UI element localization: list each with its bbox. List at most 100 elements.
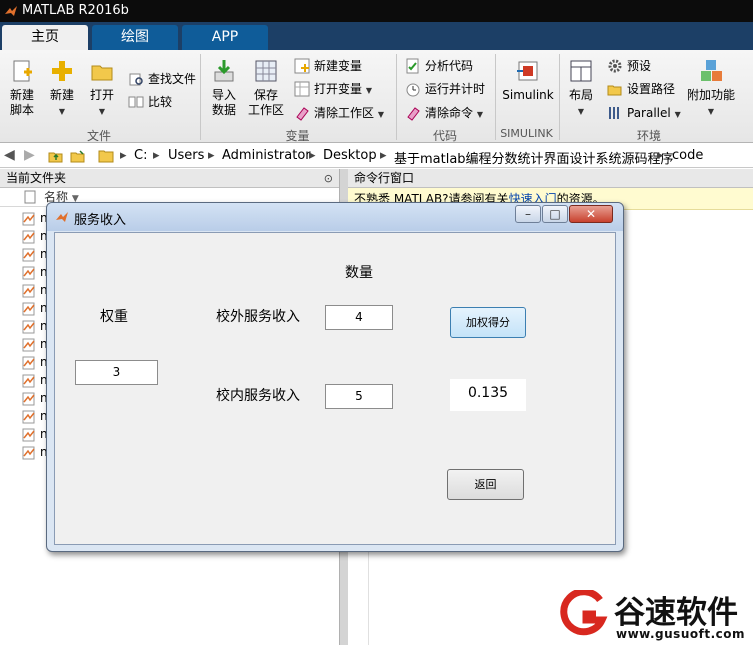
- watermark-logo-icon: [560, 590, 608, 636]
- crumb-separator: ▸: [208, 148, 215, 163]
- preferences-button[interactable]: 预设: [607, 57, 651, 75]
- open-variable-button[interactable]: 打开变量 ▼: [294, 80, 372, 98]
- group-label-variable: 变量: [285, 129, 310, 143]
- matlab-file-icon: [22, 212, 35, 226]
- command-window-header: 命令行窗口: [348, 169, 753, 188]
- breadcrumb-administrator[interactable]: Administrator: [222, 148, 311, 163]
- file-column-icon: [24, 190, 36, 204]
- set-path-icon: [607, 85, 622, 96]
- matlab-logo-icon: [5, 6, 17, 16]
- folder-icon: [98, 150, 114, 163]
- on-campus-income-label: 校内服务收入: [216, 388, 300, 404]
- matlab-file-icon: [22, 230, 35, 244]
- clear-commands-button[interactable]: 清除命令 ▼: [405, 104, 483, 122]
- back-arrow-icon[interactable]: ◀: [4, 147, 15, 163]
- open-variable-icon: [294, 81, 310, 97]
- tab-apps[interactable]: APP: [182, 25, 268, 50]
- dialog-title: 服务收入: [74, 213, 127, 228]
- tab-home[interactable]: 主页: [2, 25, 88, 50]
- breadcrumb-desktop[interactable]: Desktop: [323, 148, 377, 163]
- dialog-body: 数量 权重 校外服务收入 4 加权得分 3 校内服务收入 5 0.135 返回: [54, 232, 616, 545]
- matlab-file-icon: [22, 266, 35, 280]
- find-files-button[interactable]: 查找文件: [128, 70, 196, 88]
- crumb-separator: ▸: [153, 148, 160, 163]
- new-plus-icon: [52, 61, 72, 81]
- run-and-time-button[interactable]: 运行并计时: [405, 80, 485, 98]
- dialog-title-bar[interactable]: 服务收入 – □ ✕: [47, 203, 623, 231]
- set-path-button[interactable]: 设置路径: [607, 80, 675, 98]
- current-folder-header: 当前文件夹 ⊙: [0, 169, 339, 188]
- quantity-label: 数量: [345, 265, 373, 281]
- group-label-file: 文件: [86, 129, 111, 143]
- breadcrumb-drive[interactable]: C:: [134, 148, 147, 163]
- ribbon-tab-strip: 主页 绘图 APP: [0, 22, 753, 50]
- window-title: MATLAB R2016b: [22, 3, 129, 18]
- matlab-figure-icon: [56, 212, 68, 222]
- simulink-button[interactable]: Simulink: [502, 58, 554, 103]
- save-workspace-icon: [255, 60, 277, 82]
- clear-workspace-button[interactable]: 清除工作区 ▼: [294, 104, 384, 122]
- close-button[interactable]: ✕: [569, 205, 613, 223]
- off-campus-income-label: 校外服务收入: [216, 309, 300, 325]
- find-files-icon: [129, 73, 143, 86]
- matlab-file-icon: [22, 248, 35, 262]
- import-data-icon: [214, 60, 234, 82]
- service-income-dialog: 服务收入 – □ ✕ 数量 权重 校外服务收入 4 加权得分 3 校内服务收入 …: [46, 202, 624, 552]
- weighted-score-result: 0.135: [450, 379, 526, 411]
- layout-button[interactable]: 布局 ▼: [566, 58, 596, 119]
- watermark: 谷速软件 www.gusuoft.com: [552, 586, 752, 644]
- forward-arrow-icon[interactable]: ▶: [24, 147, 35, 163]
- breadcrumb-project-folder[interactable]: 基于matlab编程分数统计界面设计系统源码程序: [394, 148, 674, 167]
- maximize-button[interactable]: □: [542, 205, 568, 223]
- breadcrumb-users[interactable]: Users: [168, 148, 204, 163]
- watermark-url: www.gusuoft.com: [616, 627, 745, 641]
- addons-cubes-icon: [701, 60, 722, 81]
- matlab-file-icon: [22, 428, 35, 442]
- panel-menu-icon[interactable]: ⊙: [324, 169, 333, 188]
- tab-plots[interactable]: 绘图: [92, 25, 178, 50]
- matlab-file-icon: [22, 392, 35, 406]
- weighted-score-button[interactable]: 加权得分: [450, 307, 526, 338]
- new-button[interactable]: 新建 ▼: [46, 58, 78, 119]
- save-workspace-button[interactable]: 保存 工作区: [246, 58, 286, 118]
- run-and-time-icon: [406, 83, 420, 97]
- new-variable-icon: [294, 58, 310, 74]
- analyze-code-button[interactable]: 分析代码: [405, 57, 473, 75]
- crumb-separator: ▸: [120, 148, 127, 163]
- crumb-separator: ▸: [380, 148, 387, 163]
- addons-button[interactable]: 附加功能 ▼: [686, 58, 736, 119]
- group-label-simulink: SIMULINK: [500, 127, 553, 140]
- off-campus-income-field[interactable]: 4: [325, 305, 393, 330]
- on-campus-income-field[interactable]: 5: [325, 384, 393, 409]
- new-script-button[interactable]: 新建 脚本: [4, 58, 40, 118]
- crumb-separator: ▸: [309, 148, 316, 163]
- minimize-button[interactable]: –: [515, 205, 541, 223]
- matlab-file-icon: [22, 410, 35, 424]
- group-label-code: 代码: [432, 129, 457, 143]
- weight-field[interactable]: 3: [75, 360, 158, 385]
- matlab-file-icon: [22, 320, 35, 334]
- new-script-icon: [13, 60, 32, 82]
- simulink-icon: [517, 61, 538, 81]
- matlab-file-icon: [22, 446, 35, 460]
- analyze-code-icon: [406, 58, 419, 74]
- gear-icon: [608, 59, 622, 73]
- matlab-file-icon: [22, 284, 35, 298]
- up-folder-icon[interactable]: [48, 148, 64, 164]
- import-data-button[interactable]: 导入 数据: [206, 58, 242, 118]
- new-variable-button[interactable]: 新建变量: [294, 57, 362, 75]
- breadcrumb-code[interactable]: code: [672, 148, 703, 163]
- matlab-file-icon: [22, 356, 35, 370]
- matlab-file-icon: [22, 374, 35, 388]
- compare-button[interactable]: 比较: [128, 93, 172, 111]
- back-button[interactable]: 返回: [447, 469, 524, 500]
- watermark-text: 谷速软件: [614, 595, 738, 631]
- crumb-separator: ▸: [657, 148, 664, 163]
- browse-folder-icon[interactable]: [70, 148, 86, 164]
- current-folder-title: 当前文件夹: [6, 171, 67, 185]
- clear-commands-icon: [407, 107, 420, 121]
- open-button[interactable]: 打开 ▼: [86, 58, 118, 119]
- parallel-button[interactable]: Parallel ▼: [607, 104, 681, 122]
- layout-icon: [570, 60, 592, 82]
- ribbon: 新建 脚本 新建 ▼ 打开 ▼ 查找文件 比较 文件 导入 数据 保存 工作区 新建…: [0, 50, 753, 143]
